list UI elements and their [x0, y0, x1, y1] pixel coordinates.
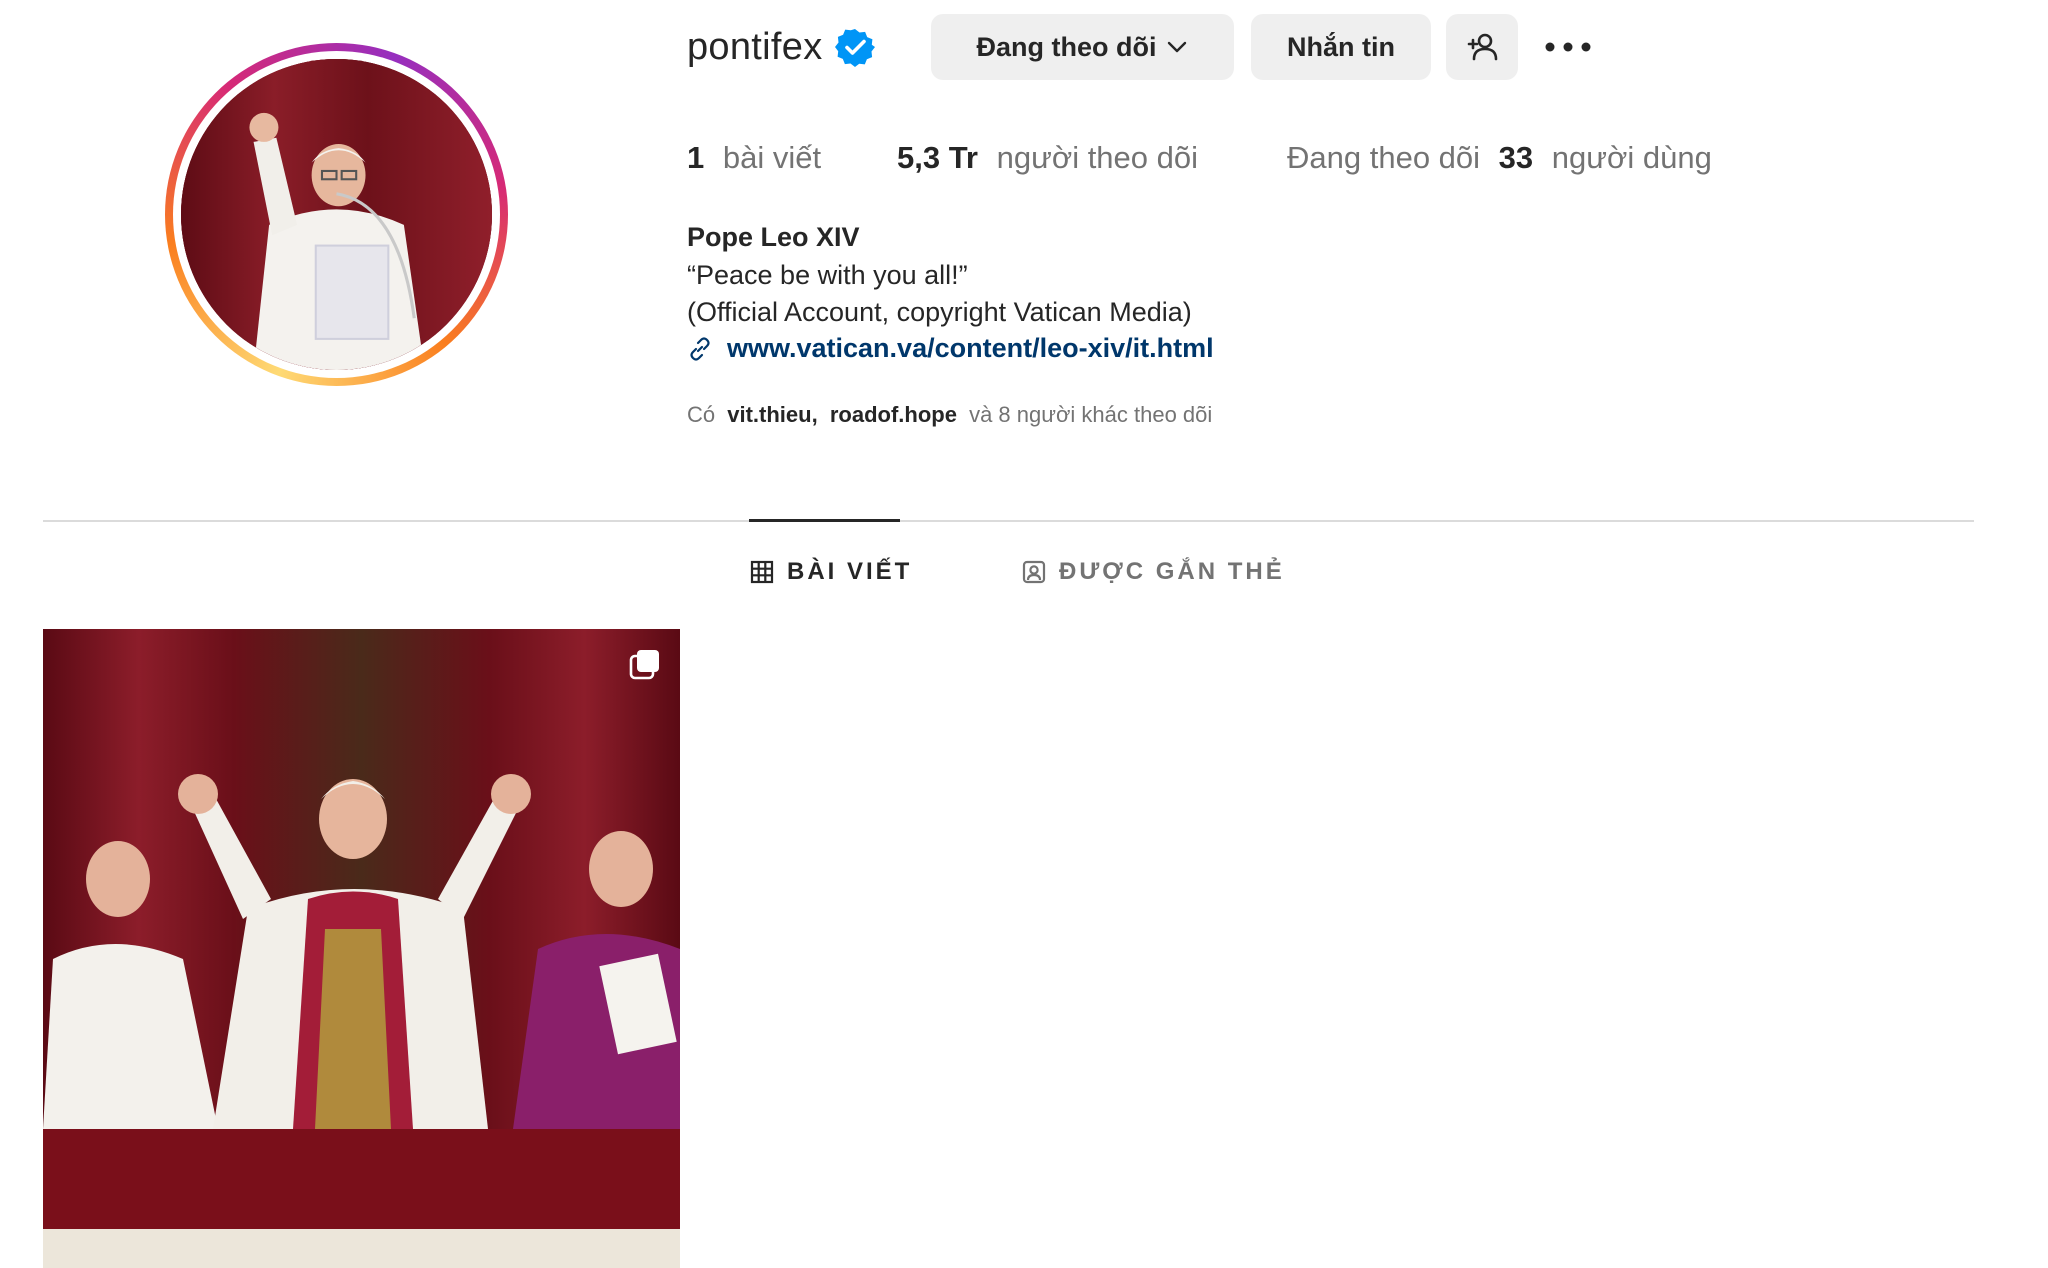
suggest-users-button[interactable] — [1446, 14, 1518, 80]
following-button-label: Đang theo dõi — [976, 31, 1157, 62]
more-options-button[interactable] — [1535, 14, 1601, 80]
bio-text-line: “Peace be with you all!” — [687, 260, 968, 290]
story-ring-avatar[interactable] — [165, 43, 508, 386]
bio-full-name: Pope Leo XIV — [687, 222, 860, 252]
followed-by-text[interactable]: Có vit.thieu, roadof.hope và 8 người khá… — [687, 402, 1212, 428]
following-prefix: Đang theo dõi — [1287, 140, 1481, 175]
bio-link-text: www.vatican.va/content/leo-xiv/it.html — [727, 333, 1214, 363]
profile-page: pontifex Đang theo dõi Nhắn tin 1 bài vi… — [0, 0, 2048, 1268]
username: pontifex — [687, 25, 823, 68]
avatar — [181, 59, 492, 370]
verified-badge-icon — [834, 29, 875, 67]
more-options-icon — [1545, 42, 1591, 52]
tab-posts[interactable]: BÀI VIẾT — [749, 558, 912, 586]
add-user-icon — [1467, 33, 1498, 61]
message-button[interactable]: Nhắn tin — [1251, 14, 1431, 80]
chevron-down-icon — [1168, 41, 1187, 53]
tab-tagged[interactable]: ĐƯỢC GẮN THẺ — [1021, 558, 1285, 586]
tab-posts-label: BÀI VIẾT — [787, 558, 913, 585]
following-stat[interactable]: Đang theo dõi 33 người dùng — [1287, 140, 1712, 176]
tabs-divider — [43, 520, 1974, 522]
post-thumbnail[interactable] — [43, 629, 680, 1268]
post-image — [43, 629, 680, 1268]
followers-label: người theo dõi — [996, 140, 1199, 175]
tab-tagged-label: ĐƯỢC GẮN THẺ — [1059, 558, 1285, 585]
grid-icon — [750, 560, 774, 584]
bio-text-line: (Official Account, copyright Vatican Med… — [687, 297, 1192, 327]
posts-count: 1 — [687, 140, 705, 175]
link-icon — [690, 336, 710, 361]
following-button[interactable]: Đang theo dõi — [931, 14, 1234, 80]
followers-stat[interactable]: 5,3 Tr người theo dõi — [897, 140, 1198, 176]
mutual-follower-link[interactable]: vit.thieu — [727, 402, 811, 427]
posts-count-stat: 1 bài viết — [687, 140, 821, 176]
username-row: pontifex — [687, 14, 875, 80]
bio-website-link[interactable]: www.vatican.va/content/leo-xiv/it.html — [687, 333, 1214, 364]
followers-count: 5,3 Tr — [897, 140, 978, 175]
tagged-user-icon — [1022, 560, 1046, 584]
avatar-photo — [181, 59, 492, 370]
posts-label: bài viết — [722, 140, 822, 175]
following-count: 33 — [1498, 140, 1534, 175]
message-button-label: Nhắn tin — [1287, 31, 1395, 62]
active-tab-indicator — [749, 519, 900, 522]
following-label: người dùng — [1551, 140, 1712, 175]
mutual-follower-link[interactable]: roadof.hope — [830, 402, 957, 427]
carousel-icon — [629, 650, 659, 680]
